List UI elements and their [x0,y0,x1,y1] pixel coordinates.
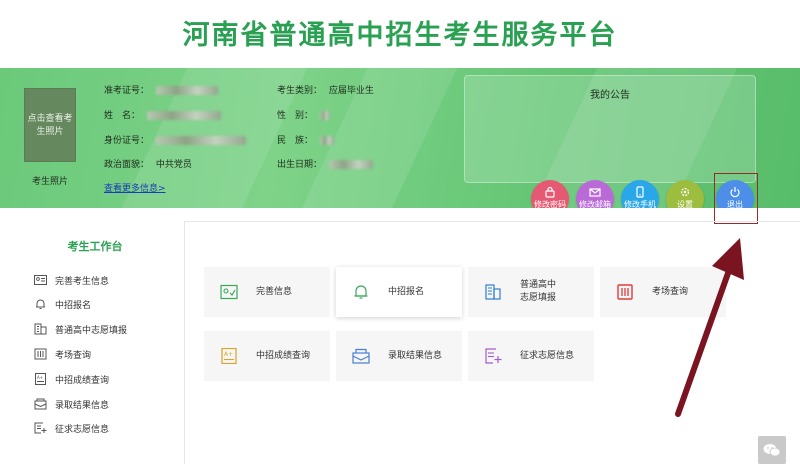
ethnicity-row: 民 族： [277,133,334,146]
field-label: 考生类别： [277,86,323,96]
tile-scores[interactable]: A+ 中招成绩查询 [204,331,330,381]
gender-row: 性 别： [277,108,330,121]
birth-date-row: 出生日期： [277,157,373,170]
tile-exam-room[interactable]: 考场查询 [600,267,726,317]
view-more-link[interactable]: 查看更多信息> [104,181,166,194]
envelope-icon [34,398,47,410]
redacted-value [328,160,373,169]
tile-complete-info[interactable]: 完善信息 [204,267,330,317]
exam-room-icon [34,348,47,360]
tile-label: 中招成绩查询 [256,350,311,361]
wechat-icon [763,444,781,457]
settings-button[interactable]: 设置 [666,180,704,208]
profile-banner: 点击查看考生照片 考生照片 准考证号： 姓 名： 身份证号： 政治面貌： 中共党… [0,68,800,208]
button-label: 修改邮箱 [579,200,611,208]
id-card-icon [220,284,238,300]
field-label: 民 族： [277,136,314,146]
bell-icon [36,299,45,309]
page-title: 河南省普通高中招生考生服务平台 [182,20,618,51]
tile-label: 完善信息 [256,286,293,297]
sidebar-title: 考生工作台 [67,240,123,253]
score-icon: A+ [221,348,237,364]
logout-highlight-frame [714,173,758,224]
tile-label: 考场查询 [652,286,689,297]
form-add-icon [34,422,47,434]
button-label: 修改手机 [624,200,656,208]
form-add-icon [485,348,502,364]
notice-panel: 我的公告 [464,75,756,183]
tile-solicit[interactable]: 征求志愿信息 [468,331,594,381]
exam-number-row: 准考证号： [104,83,218,96]
name-row: 姓 名： [104,108,221,121]
redacted-value [155,136,246,145]
tile-label-line: 普通高中 [520,280,557,290]
sidebar-item-label: 中招报名 [55,300,92,311]
wechat-chat-button[interactable] [758,436,786,464]
lock-icon [545,186,555,198]
tile-label: 录取结果信息 [388,350,443,361]
field-value: 中共党员 [155,160,192,170]
field-label: 准考证号： [104,86,150,96]
button-label: 修改密码 [534,200,566,208]
field-label: 身份证号： [104,136,150,146]
building-icon [34,323,47,335]
mail-icon [589,188,601,197]
tile-label: 普通高中 志愿填报 [520,267,556,317]
political-status-row: 政治面貌： 中共党员 [104,157,192,170]
sidebar-item-scores[interactable]: A+ 中招成绩查询 [34,371,109,387]
redacted-value [146,111,221,120]
svg-text:A+: A+ [224,351,233,358]
id-number-row: 身份证号： [104,133,246,146]
sidebar-item-label: 完善考生信息 [55,276,110,287]
tile-volunteer[interactable]: 普通高中 志愿填报 [468,267,594,317]
sidebar-item-admission[interactable]: 录取结果信息 [34,396,109,412]
redacted-value [319,136,334,145]
student-photo[interactable]: 点击查看考生照片 [24,88,76,162]
tile-registration[interactable]: 中招报名 [336,267,462,317]
sidebar-item-volunteer[interactable]: 普通高中志愿填报 [34,321,127,337]
field-value: 应届毕业生 [328,86,374,96]
score-icon: A+ [35,373,46,385]
field-label: 性 别： [277,111,314,121]
bell-icon [354,285,368,299]
redacted-value [155,86,218,95]
student-type-row: 考生类别： 应届毕业生 [277,83,374,96]
id-card-icon [34,275,47,285]
field-label: 姓 名： [104,111,141,121]
tile-label: 中招报名 [388,286,425,297]
sidebar-item-label: 普通高中志愿填报 [55,325,128,336]
button-label: 设置 [677,200,693,208]
tile-label-line: 志愿填报 [520,293,557,303]
sidebar-item-label: 录取结果信息 [55,400,110,411]
sidebar-item-label: 征求志愿信息 [55,424,110,435]
sidebar-item-solicit[interactable]: 征求志愿信息 [34,420,109,436]
main-divider [184,221,185,464]
phone-icon [636,186,644,198]
field-label: 政治面貌： [104,160,150,170]
redacted-value [319,111,330,120]
main-divider [184,221,800,222]
tile-admission[interactable]: 录取结果信息 [336,331,462,381]
sidebar-item-complete-info[interactable]: 完善考生信息 [34,272,109,288]
notice-title: 我的公告 [590,90,630,101]
envelope-icon [352,348,370,364]
field-label: 出生日期： [277,160,323,170]
sidebar: 考生工作台 完善考生信息 中招报名 普通高中志愿填报 考场查询 A+ 中招成绩查… [0,208,184,464]
sidebar-item-label: 中招成绩查询 [55,375,110,386]
tile-label: 征求志愿信息 [520,350,575,361]
photo-label: 考生照片 [31,177,68,187]
sidebar-item-registration[interactable]: 中招报名 [34,296,91,312]
svg-text:A+: A+ [37,375,43,380]
sidebar-item-label: 考场查询 [55,350,92,361]
building-icon [485,284,501,300]
exam-room-icon [617,284,633,300]
sidebar-item-exam-room[interactable]: 考场查询 [34,346,91,362]
gear-icon [680,187,690,197]
